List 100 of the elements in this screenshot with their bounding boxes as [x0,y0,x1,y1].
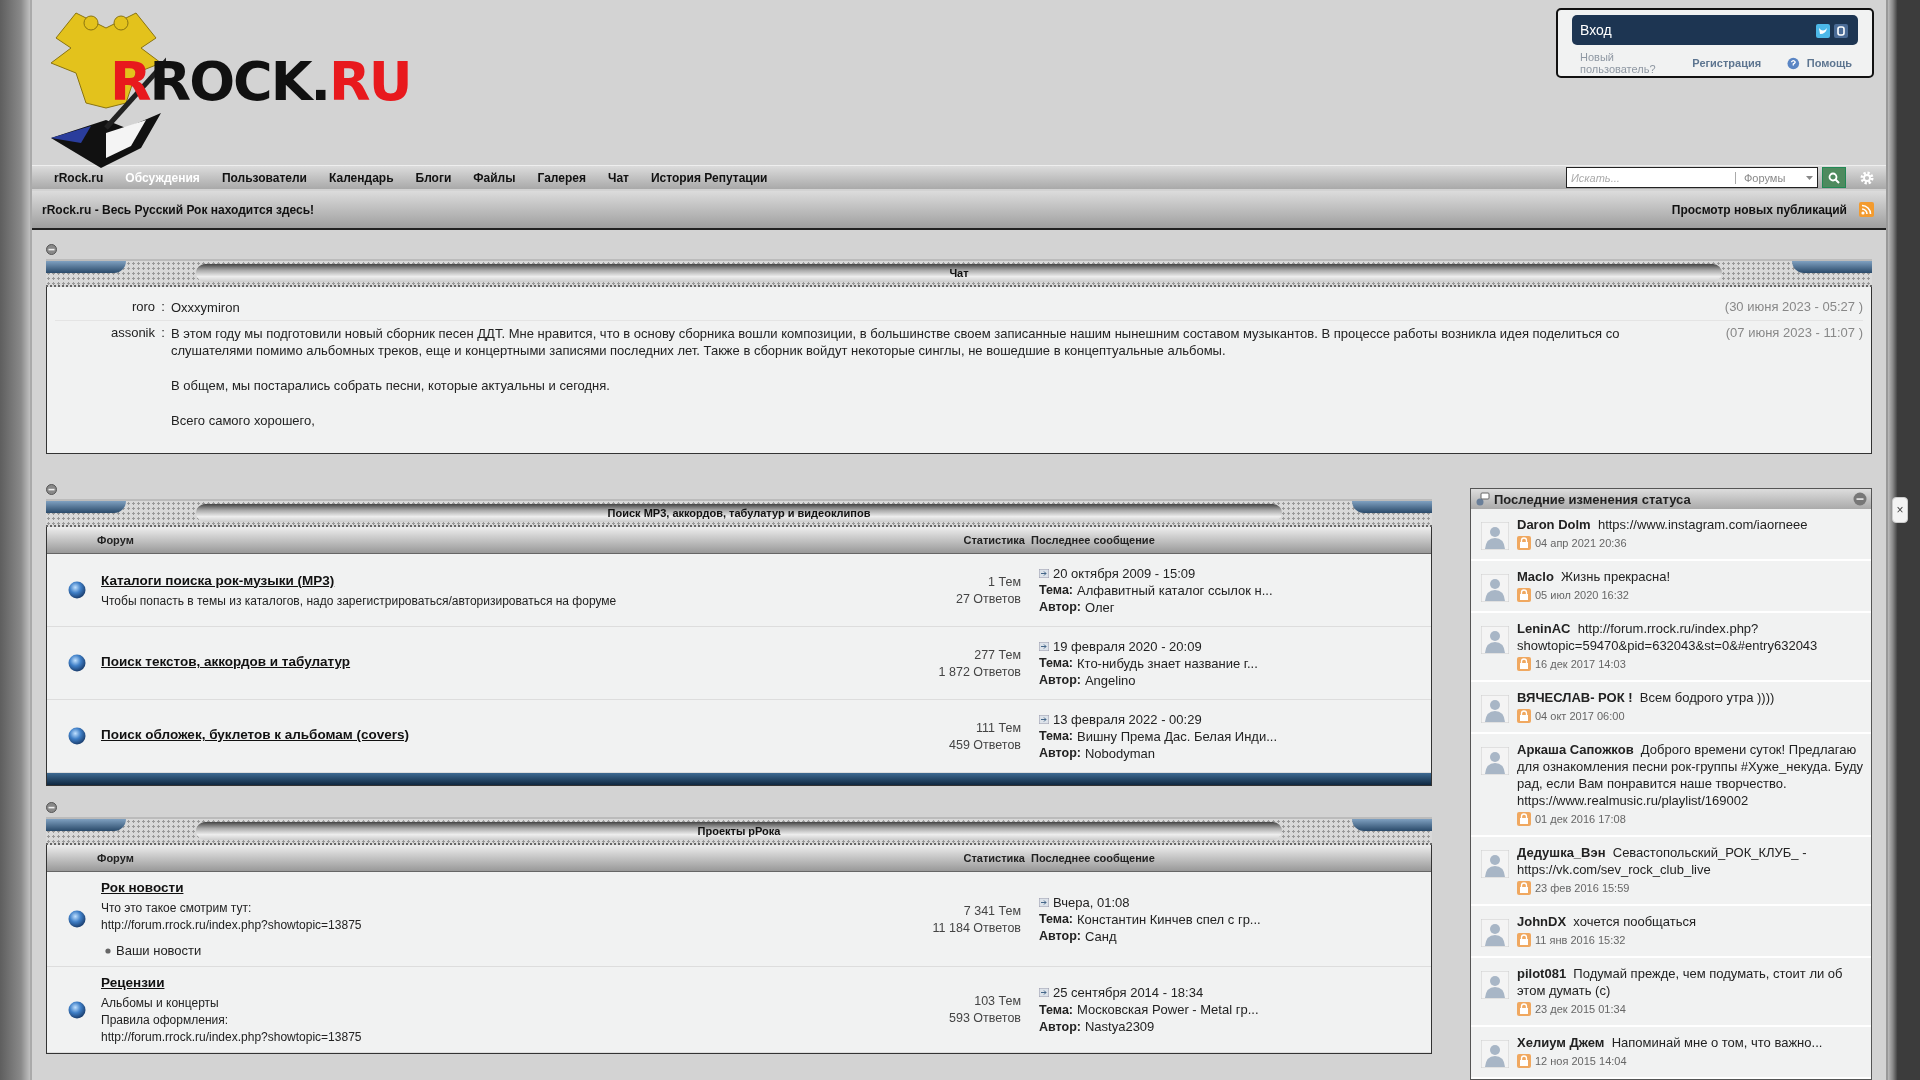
search-field[interactable]: Искать... Форумы [1566,167,1818,189]
topic-link[interactable]: Кто-нибудь знает название г... [1077,655,1258,671]
nav-tab[interactable]: Календарь [329,170,394,185]
topic-link[interactable]: Алфавитный каталог ссылок н... [1077,582,1273,598]
avatar-icon[interactable] [1481,626,1509,654]
close-button[interactable]: × [1892,497,1908,523]
status-text: Аркаша Сапожков Доброго времени суток! Предлагаю для ознакомления песни рок-группы #Хуже_некуда. Буду рад, если Вам понравится наше творчество. https://www.realmusic.ru/playlist/169002 [1517,741,1863,809]
collapse-icon[interactable] [46,244,57,255]
lock-icon [1517,1002,1531,1016]
forum-title-link[interactable]: Поиск текстов, аккордов и табулатур [101,654,911,669]
settings-icon[interactable] [1860,170,1874,185]
status-text: pilot081 Подумай прежде, чем подумать, стоит ли об этом думать (с) [1517,965,1844,999]
topic-count: 103 Тем [974,994,1021,1008]
author-link[interactable]: Nastya2309 [1084,1019,1155,1034]
login-button[interactable]: Вход [1572,15,1858,45]
arrow-icon[interactable] [1039,897,1049,907]
new-user-text: Новый пользователь? [1580,51,1657,75]
twitter-icon[interactable] [1816,24,1830,38]
forum-title-link[interactable]: Каталоги поиска рок-музыки (MP3) [101,572,911,588]
status-text: Daron Dolm https://www.instagram.com/iaorneee [1517,516,1808,533]
separator-text: : [160,325,166,342]
status-time: 12 ноя 2015 14:04 [1535,1055,1627,1067]
status-time: 23 дек 2015 01:34 [1535,1003,1626,1015]
nav-tab[interactable]: rRock.ru [54,170,104,185]
lock-icon [1517,709,1531,723]
author-link[interactable]: Санд [1084,928,1117,944]
nav-tab[interactable]: Чат [607,170,629,185]
lock-icon [1517,881,1531,895]
status-time: 04 окт 2017 06:00 [1535,710,1625,722]
lock-icon [1517,588,1531,602]
status-time: 05 июл 2020 16:32 [1535,589,1629,601]
forum-title-link[interactable]: Рок новости [101,880,911,895]
avatar-icon[interactable] [1481,850,1509,878]
chat-time: (30 июня 2023 - 05:27 ) [1723,299,1863,316]
forum-status-icon [68,727,86,745]
topic-link[interactable]: Константин Кинчев спел с гр... [1077,911,1261,927]
avatar-icon[interactable] [1481,522,1509,550]
chat-author[interactable]: assonik [55,325,155,429]
forum-description: Чтобы попасть в темы из каталогов, надо зарегистрироваться/авторизироваться на форуме [101,593,618,608]
reply-count: 27 Ответов [955,591,1021,606]
help-icon[interactable] [1787,56,1800,70]
avatar-icon[interactable] [1481,747,1509,775]
subforum-link[interactable]: Ваши новости [116,943,202,958]
last-post-date: 19 февраля 2020 - 20:09 [1053,638,1202,654]
avatar-icon[interactable] [1481,695,1509,723]
topic-label: Тема: [1039,912,1073,926]
section-title: Проекты рРока [697,825,781,837]
rss-icon[interactable] [1859,202,1874,218]
speech-bubble-icon [1475,491,1490,507]
nav-tab[interactable]: Блоги [415,170,452,185]
lock-icon [1517,812,1531,826]
forum-title-link[interactable]: Поиск обложек, буклетов к альбомам (covers) [101,727,911,742]
author-link[interactable]: Angelino [1084,672,1136,688]
topic-count: 277 Тем [974,647,1021,662]
avatar-icon[interactable] [1481,574,1509,602]
search-button[interactable] [1822,167,1846,189]
collapse-icon[interactable] [46,484,57,495]
arrow-icon[interactable] [1039,641,1049,651]
caret-icon [1806,175,1813,180]
topic-count: 111 Тем [976,720,1021,735]
reply-count: 593 Ответов [949,1011,1021,1025]
forum-title-link[interactable]: Рецензии [101,975,911,990]
author-link[interactable]: Олег [1084,599,1115,615]
chat-message: В общем, мы постарались собрать песни, которые актуальны и сегодня. [171,377,611,394]
status-text: Maclo Жизнь прекрасна! [1517,568,1671,585]
collapse-icon[interactable] [1853,492,1867,506]
author-link[interactable]: Nobodyman [1084,745,1156,761]
forum-status-icon [68,581,86,599]
arrow-icon[interactable] [1039,988,1049,997]
avatar-icon[interactable] [1481,919,1509,947]
chat-author[interactable]: roro [55,299,155,316]
nav-tab[interactable]: Галерея [537,170,586,185]
forum-description: http://forum.rrock.ru/index.php?showtopic=13875 [101,918,363,932]
author-label: Автор: [1039,673,1081,687]
status-text: LeninAC http://forum.rrock.ru/index.php?showtopic=59470&pid=632043&st=0&#entry632043 [1517,620,1819,654]
new-posts-link[interactable]: Просмотр новых публикаций [1671,202,1847,217]
last-post-date: 25 сентября 2014 - 18:34 [1053,985,1204,1000]
nav-tab[interactable]: История Репутации [650,170,768,185]
search-scope-dropdown[interactable]: Форумы [1735,171,1817,184]
forum-description: http://forum.rrock.ru/index.php?showtopic=13875 [101,1030,363,1044]
status-text: JohnDX хочется пообщаться [1517,913,1697,930]
avatar-icon[interactable] [1481,971,1509,999]
forum-description: Правила оформления: [101,1013,230,1027]
topic-label: Тема: [1039,1002,1073,1017]
nav-tab[interactable]: Файлы [473,170,516,185]
collapse-icon[interactable] [46,802,57,813]
arrow-icon[interactable] [1039,568,1049,578]
arrow-icon[interactable] [1039,714,1049,724]
topic-link[interactable]: Вишну Према Дас. Белая Инди... [1077,728,1277,744]
vk-icon[interactable] [1834,24,1848,38]
register-link[interactable]: Регистрация [1692,57,1762,69]
nav-tab[interactable]: Пользователи [221,170,307,185]
forum-status-icon [68,654,86,672]
topic-link[interactable]: Московская Power - Metal гр... [1077,1002,1259,1017]
chat-time: (07 июня 2023 - 11:07 ) [1724,325,1863,342]
help-link[interactable]: Помощь [1806,57,1852,69]
forum-description: Что это такое смотрим тут: [101,901,253,915]
lock-icon [1517,1054,1531,1068]
avatar-icon[interactable] [1481,1040,1509,1068]
chat-message: Oxxxymiron [171,299,241,316]
